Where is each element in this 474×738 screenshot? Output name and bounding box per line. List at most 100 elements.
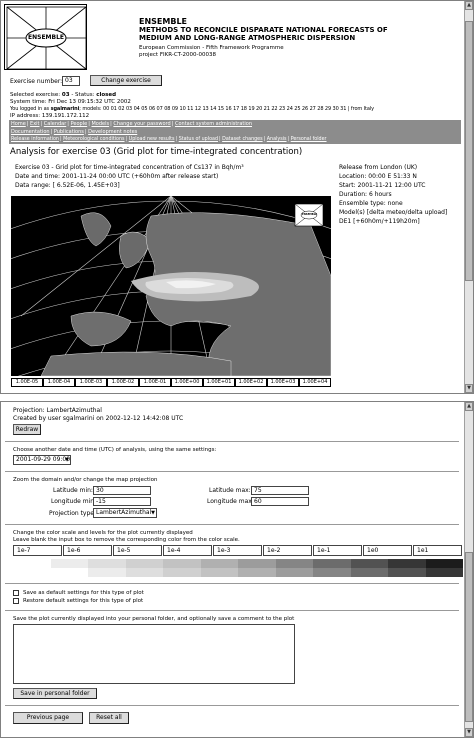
separator xyxy=(5,610,459,611)
color-swatch xyxy=(425,568,463,577)
nav-dataset-changes[interactable]: Dataset changes xyxy=(222,137,262,142)
nav-release-information[interactable]: Release information xyxy=(11,137,59,142)
reset-all-button[interactable]: Reset all xyxy=(89,712,129,724)
color-level-inputs: 1e-7 1e-6 1e-5 1e-4 1e-3 1e-2 1e-1 1e0 1… xyxy=(13,545,465,557)
previous-page-button[interactable]: Previous page xyxy=(13,712,83,724)
save-personal-folder-button[interactable]: Save in personal folder xyxy=(13,688,97,699)
models-value: DE1 [+60h0m/+119h20m] xyxy=(339,218,420,225)
color-swatch xyxy=(275,568,313,577)
nav-people[interactable]: People xyxy=(71,121,88,127)
nav-analysis[interactable]: Analysis xyxy=(267,137,287,142)
redraw-button[interactable]: Redraw xyxy=(13,424,41,435)
color-swatch xyxy=(13,559,51,568)
datetime-selected: 2001-09-29 09:00 xyxy=(16,456,71,463)
release-start: Start: 2001-11-21 12:00 UTC xyxy=(339,182,426,189)
save-defaults-checkbox[interactable] xyxy=(13,590,19,596)
comment-textarea[interactable] xyxy=(13,624,295,684)
save-defaults-label: Save as default settings for this type o… xyxy=(23,590,144,596)
status-label: Status: xyxy=(75,92,95,98)
color-swatch xyxy=(350,559,388,568)
projection-label: Projection: xyxy=(13,407,45,414)
separator xyxy=(5,583,459,584)
nav-meteorological-conditions[interactable]: Meteorological conditions xyxy=(63,137,124,142)
lat-min-input[interactable]: 30 xyxy=(93,486,151,495)
map-legend: 1.00E-05 1.00E-04 1.00E-03 1.00E-02 1.00… xyxy=(11,378,331,387)
legend-label-6: 1.00E+01 xyxy=(203,378,235,387)
scroll-down-icon[interactable]: ▼ xyxy=(465,728,473,737)
top-scrollbar[interactable]: ▲ ▼ xyxy=(464,1,473,393)
level-input-7[interactable]: 1e0 xyxy=(363,545,412,556)
ensemble-logo: ENSEMBLE xyxy=(4,4,87,70)
legend-label-2: 1.00E-03 xyxy=(75,378,107,387)
color-swatch xyxy=(88,568,126,577)
colorscale-caption1: Change the color scale and levels for th… xyxy=(13,530,193,536)
datetime-caption: Choose another date and time (UTC) of an… xyxy=(13,447,217,453)
nav-contact-admin[interactable]: Contact system administration xyxy=(175,121,252,127)
created-by: Created by user sgalmarini on 2002-12-12… xyxy=(13,415,184,422)
level-input-3[interactable]: 1e-4 xyxy=(163,545,212,556)
separator xyxy=(5,705,459,706)
nav-home[interactable]: Home xyxy=(11,121,26,127)
legend-label-4: 1.00E-01 xyxy=(139,378,171,387)
level-input-0[interactable]: 1e-7 xyxy=(13,545,62,556)
level-input-6[interactable]: 1e-1 xyxy=(313,545,362,556)
nav-upload-new-results[interactable]: Upload new results xyxy=(129,137,175,142)
color-swatch xyxy=(238,559,276,568)
concentration-map: ENSEMBLE xyxy=(11,196,331,376)
level-input-8[interactable]: 1e1 xyxy=(413,545,462,556)
separator xyxy=(5,471,459,472)
change-exercise-button[interactable]: Change exercise xyxy=(90,75,162,86)
scroll-up-icon[interactable]: ▲ xyxy=(465,402,473,411)
status-value: closed xyxy=(96,92,117,98)
color-swatch xyxy=(163,568,201,577)
exercise-number-label: Exercise number: xyxy=(10,78,63,85)
level-input-1[interactable]: 1e-6 xyxy=(63,545,112,556)
models-label: ; models: xyxy=(79,106,102,112)
lat-max-input[interactable]: 75 xyxy=(251,486,309,495)
logged-in-line: You logged in as sgalmarini; models: 00 … xyxy=(10,106,374,112)
bottom-scrollbar[interactable]: ▲ ▼ xyxy=(464,402,473,737)
nav-development-notes[interactable]: Development notes xyxy=(88,129,137,135)
lon-min-input[interactable]: -15 xyxy=(93,497,151,506)
scroll-thumb[interactable] xyxy=(465,552,473,722)
nav-documentation[interactable]: Documentation xyxy=(11,129,50,135)
programme-text: European Commission - Fifth Framework Pr… xyxy=(139,45,284,51)
scroll-down-icon[interactable]: ▼ xyxy=(465,384,473,393)
legend-label-8: 1.00E+03 xyxy=(267,378,299,387)
scroll-up-icon[interactable]: ▲ xyxy=(465,1,473,10)
nav-calendar[interactable]: Calendar xyxy=(44,121,66,127)
datetime-select[interactable]: 2001-09-29 09:00 ▼ xyxy=(13,455,71,465)
release-from: Release from London (UK) xyxy=(339,164,418,171)
release-location: Location: 00:00 E 51:33 N xyxy=(339,173,417,180)
color-swatch xyxy=(313,568,351,577)
nav-status-of-upload[interactable]: Status of upload xyxy=(179,137,218,142)
projection-type-value: LambertAzimuthal xyxy=(96,509,152,516)
bottom-window: Projection: LambertAzimuthal Created by … xyxy=(0,401,474,738)
level-input-4[interactable]: 1e-3 xyxy=(213,545,262,556)
color-swatch xyxy=(388,559,426,568)
selected-exercise-value: 03 xyxy=(61,92,70,98)
ensemble-type: Ensemble type: none xyxy=(339,200,403,207)
nav-exit[interactable]: Exit xyxy=(30,121,39,127)
projection-line: Projection: LambertAzimuthal xyxy=(13,407,102,414)
nav-change-password[interactable]: Change your password xyxy=(113,121,170,127)
legend-label-3: 1.00E-02 xyxy=(107,378,139,387)
nav-publications[interactable]: Publications xyxy=(54,129,84,135)
color-swatch xyxy=(125,568,163,577)
legend-label-5: 1.00E+00 xyxy=(171,378,203,387)
nav-models[interactable]: Models xyxy=(91,121,109,127)
level-input-5[interactable]: 1e-2 xyxy=(263,545,312,556)
nav-personal-folder[interactable]: Personal folder xyxy=(291,137,327,142)
scroll-thumb[interactable] xyxy=(465,21,473,281)
exercise-number-input[interactable]: 03 xyxy=(62,76,80,86)
restore-defaults-checkbox[interactable] xyxy=(13,598,19,604)
level-input-2[interactable]: 1e-5 xyxy=(113,545,162,556)
lon-max-input[interactable]: 60 xyxy=(251,497,309,506)
top-window: ENSEMBLE ENSEMBLE METHODS TO RECONCILE D… xyxy=(0,0,474,394)
release-duration: Duration: 6 hours xyxy=(339,191,392,198)
separator xyxy=(5,524,459,525)
projection-type-select[interactable]: LambertAzimuthal ▼ xyxy=(93,508,157,518)
project-text: project FIKR-CT-2000-00038 xyxy=(139,52,216,58)
analysis-line1: Exercise 03 - Grid plot for time-integra… xyxy=(15,164,244,171)
logged-prefix: You logged in as xyxy=(10,106,50,112)
